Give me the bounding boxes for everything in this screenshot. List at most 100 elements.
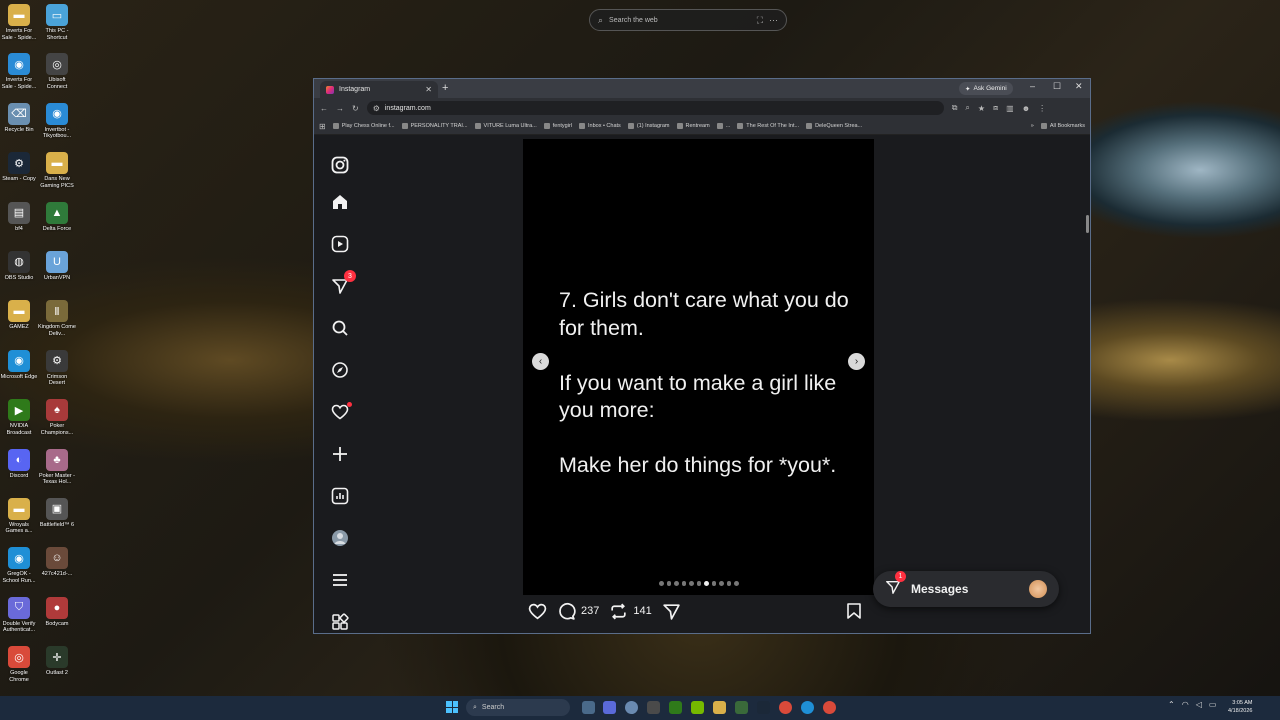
share-button[interactable] xyxy=(662,602,681,621)
more-icon[interactable]: ⋯ xyxy=(769,15,778,26)
desktop-icon[interactable]: ⚙ Crimson Desert xyxy=(38,348,76,397)
desktop-icon[interactable]: ⌫ Recycle Bin xyxy=(0,101,38,150)
desktop-icon[interactable]: ◉ GregOK - School Run... xyxy=(0,545,38,594)
start-windows-icon[interactable] xyxy=(446,701,458,713)
bookmark-item[interactable]: VITURE Luma Ultra... xyxy=(474,123,537,129)
bookmark-item[interactable]: fentygirl xyxy=(543,123,572,129)
desktop-icon[interactable]: ▭ This PC - Shortcut xyxy=(38,2,76,51)
bookmark-star-icon[interactable]: ★ xyxy=(978,104,985,113)
carousel-next-button[interactable]: › xyxy=(848,353,865,370)
minimize-icon[interactable]: – xyxy=(1030,81,1035,91)
more-menu-icon[interactable] xyxy=(328,568,352,592)
bookmarks-overflow-icon[interactable]: » xyxy=(1031,123,1034,129)
edge-icon[interactable] xyxy=(801,701,814,714)
repost-button[interactable]: 141 xyxy=(609,602,652,621)
menu-icon[interactable]: ⋮ xyxy=(1038,104,1046,113)
nvidia-app-icon[interactable] xyxy=(691,701,704,714)
explore-compass-icon[interactable] xyxy=(328,358,352,382)
bookmark-item[interactable]: Rentream xyxy=(676,123,710,129)
desktop-icon[interactable]: ◎ Google Chrome xyxy=(0,644,38,693)
nvidia-icon[interactable] xyxy=(669,701,682,714)
direct-messages-icon[interactable]: 3 xyxy=(328,270,356,298)
tab-close-icon[interactable]: ✕ xyxy=(425,85,432,94)
network-icon[interactable]: ◠ xyxy=(1182,700,1189,709)
sidepanel-icon[interactable]: ▥ xyxy=(1006,104,1014,113)
store-icon[interactable] xyxy=(735,701,748,714)
desktop-icon[interactable]: ☺ 427c421d-... xyxy=(38,545,76,594)
bookmark-item[interactable]: Play Chess Online f... xyxy=(332,123,395,129)
desktop-icon[interactable]: ▬ Wroyals Games a... xyxy=(0,496,38,545)
bookmark-item[interactable]: DeleQueen Strea... xyxy=(806,123,862,129)
maximize-icon[interactable]: ☐ xyxy=(1053,81,1061,92)
desktop-icon[interactable]: ▬ GAMEZ xyxy=(0,298,38,347)
bookmark-item[interactable]: (1) Instagram xyxy=(627,123,670,129)
settings-gear-icon[interactable] xyxy=(647,701,660,714)
insights-chart-icon[interactable] xyxy=(328,484,352,508)
chrome-profile-icon[interactable] xyxy=(823,701,836,714)
close-window-icon[interactable]: ✕ xyxy=(1075,81,1083,92)
battery-icon[interactable]: ▭ xyxy=(1209,700,1217,709)
chrome-icon[interactable] xyxy=(779,701,792,714)
bookmark-item[interactable]: ... xyxy=(716,123,730,129)
instagram-logo-icon[interactable] xyxy=(328,153,352,177)
reels-icon[interactable] xyxy=(328,232,352,256)
profile-icon[interactable]: ☻ xyxy=(1022,104,1030,113)
back-icon[interactable]: ← xyxy=(320,104,328,113)
search-icon[interactable] xyxy=(328,316,352,340)
extensions-icon[interactable]: ⧈ xyxy=(993,103,998,113)
app-circle-icon[interactable] xyxy=(625,701,638,714)
desktop-icon[interactable]: U UrbanVPN xyxy=(38,249,76,298)
create-plus-icon[interactable] xyxy=(328,442,352,466)
desktop-icon[interactable]: ▤ bf4 xyxy=(0,200,38,249)
task-view-icon[interactable] xyxy=(582,701,595,714)
file-explorer-icon[interactable] xyxy=(713,701,726,714)
desktop-icon[interactable]: ♠ Poker Champions... xyxy=(38,397,76,446)
tray-chevron-icon[interactable]: ⌃ xyxy=(1168,700,1175,709)
desktop-icon[interactable]: ◉ Invertbot - Tikyotbou... xyxy=(38,101,76,150)
forward-icon[interactable]: → xyxy=(336,104,344,113)
desktop-icon[interactable]: ▣ Battlefield™ 6 xyxy=(38,496,76,545)
save-button[interactable] xyxy=(846,602,862,620)
install-app-icon[interactable]: ⧉ xyxy=(952,103,958,113)
bookmark-item[interactable]: Inbox • Chats xyxy=(579,123,621,129)
home-icon[interactable] xyxy=(328,190,352,214)
desktop-icon[interactable]: ⚙ Steam - Copy xyxy=(0,150,38,199)
desktop-icon[interactable]: ◉ Inverts For Sale - Spide... xyxy=(0,51,38,100)
bookmark-item[interactable]: PERSONALITY TRAI... xyxy=(401,123,468,129)
desktop-icon[interactable]: ◐ Discord xyxy=(0,447,38,496)
reload-icon[interactable]: ↻ xyxy=(352,104,359,113)
page-scrollbar[interactable] xyxy=(1086,215,1089,233)
taskbar-search[interactable]: ⌕ Search xyxy=(466,699,570,716)
new-tab-button[interactable]: + xyxy=(442,82,448,94)
tab-instagram[interactable]: Instagram ✕ xyxy=(320,81,438,98)
profile-avatar-icon[interactable] xyxy=(328,526,352,550)
url-field[interactable]: ⚙ instagram.com xyxy=(366,101,944,115)
desktop-icon[interactable]: ◍ OBS Studio xyxy=(0,249,38,298)
desktop-web-search[interactable]: ⌕ Search the web ⛶ ⋯ xyxy=(589,9,787,31)
desktop-icon[interactable]: ⛉ Double Verify Authenticat... xyxy=(0,595,38,644)
like-button[interactable] xyxy=(528,602,547,621)
apps-grid-icon[interactable]: ⊞ xyxy=(319,122,326,131)
post-media[interactable]: 7. Girls don't care what you do for them… xyxy=(523,139,874,595)
notifications-heart-icon[interactable] xyxy=(328,400,352,424)
all-bookmarks-button[interactable]: All Bookmarks xyxy=(1040,123,1085,129)
desktop-icon[interactable]: ◎ Ubisoft Connect xyxy=(38,51,76,100)
carousel-prev-button[interactable]: ‹ xyxy=(532,353,549,370)
desktop-icon[interactable]: ▶ NVIDIA Broadcast xyxy=(0,397,38,446)
desktop-icon[interactable]: ✛ Outlast 2 xyxy=(38,644,76,693)
comment-button[interactable]: 237 xyxy=(557,602,599,621)
also-from-meta-icon[interactable] xyxy=(328,610,352,633)
site-info-icon[interactable]: ⚙ xyxy=(373,104,380,113)
clock[interactable]: 3:05 AM 4/18/2026 xyxy=(1228,699,1252,715)
desktop-icon[interactable]: ◉ Microsoft Edge xyxy=(0,348,38,397)
zoom-icon[interactable]: ⌕ xyxy=(965,103,969,113)
messages-button[interactable]: 1 Messages xyxy=(873,571,1059,607)
lens-icon[interactable]: ⛶ xyxy=(757,15,763,26)
vpn-shield-icon[interactable] xyxy=(603,701,616,714)
volume-icon[interactable]: ◁ xyxy=(1196,700,1202,709)
desktop-icon[interactable]: ▲ Delta Force xyxy=(38,200,76,249)
desktop-icon[interactable]: ▬ Dans New Gaming PICS xyxy=(38,150,76,199)
desktop-icon[interactable]: Ⅱ Kingdom Come Deliv... xyxy=(38,298,76,347)
steam-icon[interactable] xyxy=(757,701,770,714)
desktop-icon[interactable]: ● Bodycam xyxy=(38,595,76,644)
